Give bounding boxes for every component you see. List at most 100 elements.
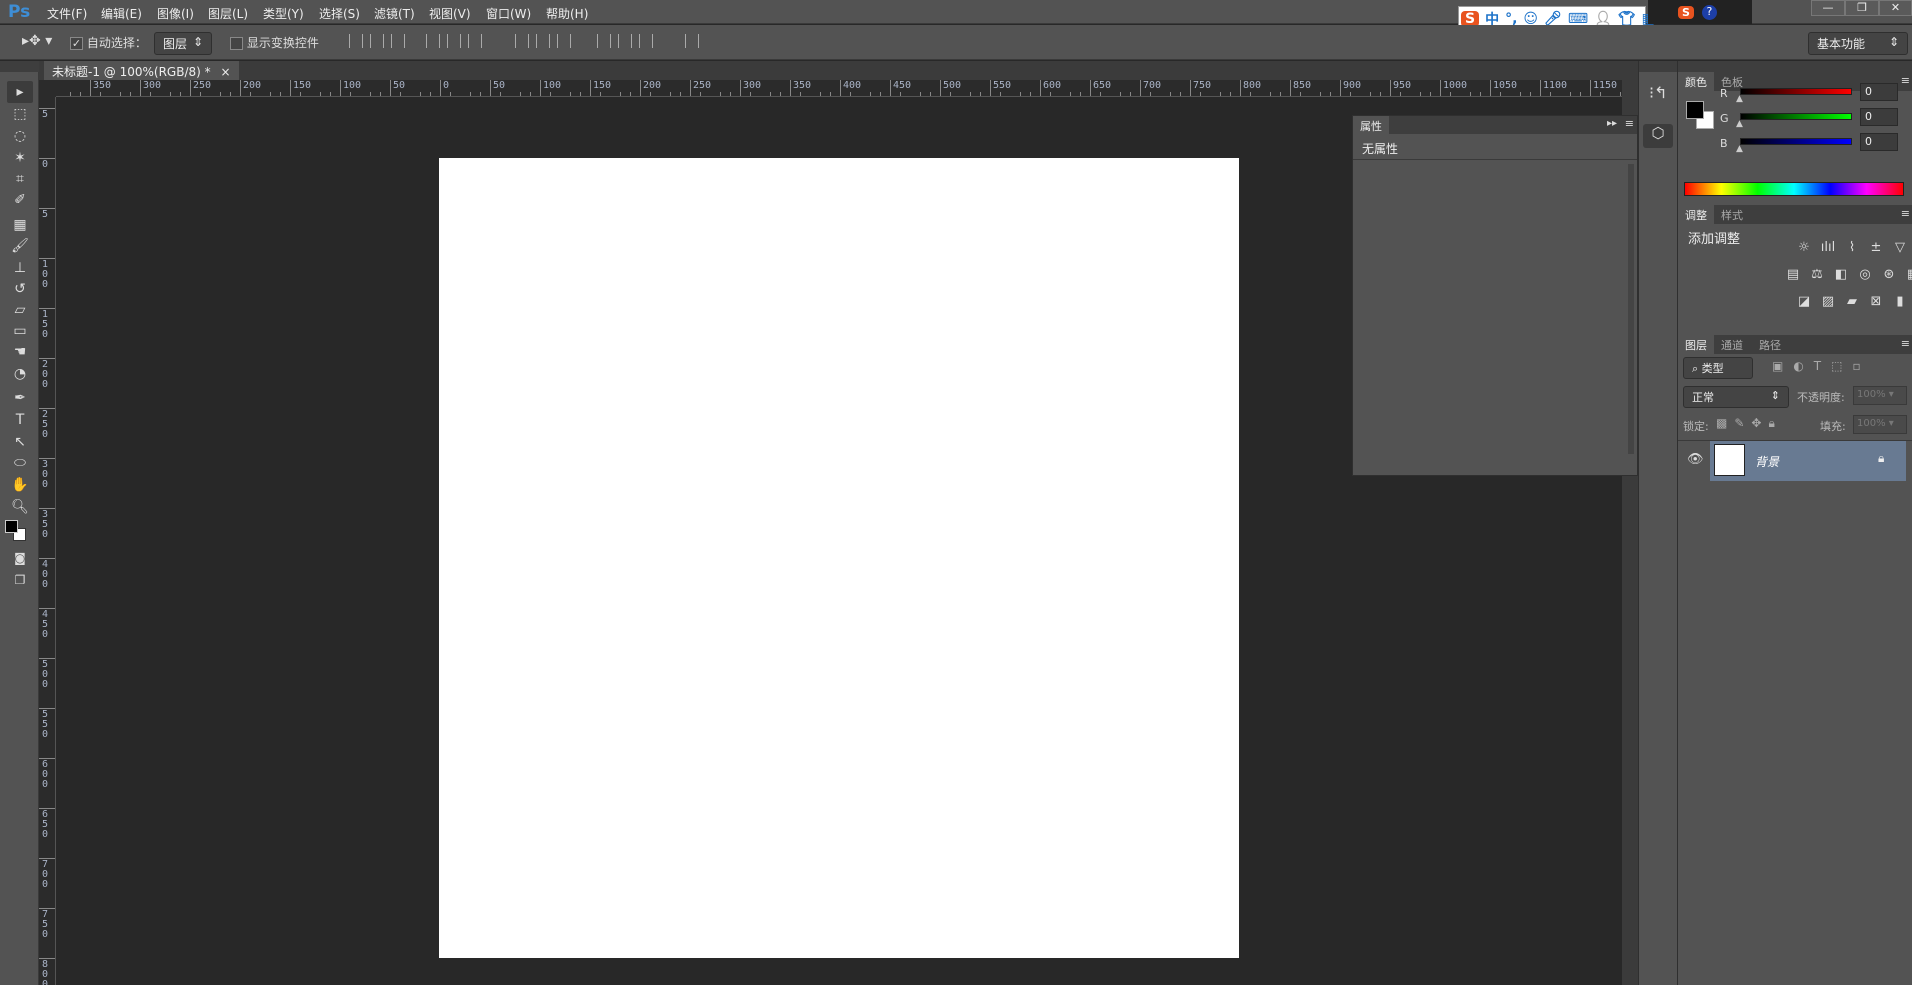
- dodge-tool[interactable]: ◔: [7, 363, 33, 385]
- healing-brush-tool[interactable]: ▦: [7, 214, 33, 236]
- brush-tool[interactable]: 🖌︎: [7, 235, 33, 257]
- auto-select-checkbox[interactable]: ✓: [70, 37, 83, 50]
- quick-mask-icon[interactable]: ◙: [7, 547, 33, 569]
- opacity-input[interactable]: 100% ▾: [1853, 386, 1907, 405]
- history-icon[interactable]: ⁝↰: [1649, 83, 1668, 102]
- menu-view[interactable]: 视图(V): [429, 5, 471, 22]
- tab-styles[interactable]: 样式: [1714, 205, 1750, 224]
- restore-button[interactable]: ❐: [1845, 0, 1879, 16]
- channel-slider-b[interactable]: [1740, 138, 1852, 145]
- color-spectrum[interactable]: [1684, 182, 1904, 196]
- history-brush-tool[interactable]: ↺: [7, 278, 33, 300]
- align-icon[interactable]: [370, 34, 384, 48]
- panel-menu-icon[interactable]: ≡: [1625, 117, 1634, 130]
- vibrance-icon[interactable]: ▽: [1891, 240, 1909, 256]
- properties-scrollbar[interactable]: [1628, 164, 1634, 454]
- move-tool[interactable]: ▸: [7, 81, 33, 103]
- posterize-icon[interactable]: ▨: [1819, 294, 1837, 310]
- align-icon[interactable]: [349, 34, 363, 48]
- align-icon[interactable]: [557, 34, 571, 48]
- screen-mode-icon[interactable]: ❐: [7, 569, 33, 591]
- align-icon[interactable]: [639, 34, 653, 48]
- menu-type[interactable]: 类型(Y): [263, 5, 304, 22]
- channel-slider-r[interactable]: [1740, 88, 1852, 95]
- menu-filter[interactable]: 滤镜(T): [374, 5, 415, 22]
- document-tab[interactable]: 未标题-1 @ 100%(RGB/8) * ×: [44, 61, 239, 80]
- align-icon[interactable]: [426, 34, 440, 48]
- exposure-icon[interactable]: ±: [1867, 240, 1885, 256]
- brightness-icon[interactable]: ☼: [1795, 240, 1813, 256]
- pen-tool[interactable]: ✒: [7, 387, 33, 409]
- show-transform-checkbox[interactable]: [230, 37, 243, 50]
- channel-slider-g[interactable]: [1740, 113, 1852, 120]
- foreground-color[interactable]: [5, 520, 18, 533]
- selective-color-icon[interactable]: ⊠: [1867, 294, 1885, 310]
- align-icon[interactable]: [468, 34, 482, 48]
- menu-edit[interactable]: 编辑(E): [101, 5, 142, 22]
- black-white-icon[interactable]: ◧: [1832, 267, 1850, 283]
- document-canvas[interactable]: [439, 158, 1239, 958]
- lasso-tool[interactable]: ◌: [7, 125, 33, 147]
- ellipse-tool[interactable]: ⬭: [7, 452, 33, 474]
- horizontal-ruler[interactable]: 350 300 250 200 150 100 50 0 50 100 150 200 250 300 35…: [56, 80, 1622, 97]
- menu-window[interactable]: 窗口(W): [486, 5, 531, 22]
- menu-select[interactable]: 选择(S): [319, 5, 360, 22]
- fill-input[interactable]: 100% ▾: [1853, 415, 1907, 434]
- crop-tool[interactable]: ⌗: [7, 168, 33, 190]
- menu-help[interactable]: 帮助(H): [546, 5, 588, 22]
- tab-color[interactable]: 颜色: [1678, 72, 1714, 91]
- slider-handle-icon[interactable]: ▲: [1736, 119, 1743, 129]
- marquee-tool[interactable]: ⬚: [7, 103, 33, 125]
- layer-row[interactable]: 👁︎ 背景 🔒︎: [1678, 441, 1906, 481]
- close-button[interactable]: ✕: [1879, 0, 1912, 16]
- curves-icon[interactable]: ⌇: [1843, 240, 1861, 256]
- align-icon[interactable]: [515, 34, 529, 48]
- foreground-color-swatch[interactable]: [1686, 101, 1704, 119]
- align-icon[interactable]: [685, 34, 699, 48]
- menu-image[interactable]: 图像(I): [157, 5, 194, 22]
- panel-menu-icon[interactable]: ≡: [1901, 74, 1910, 87]
- clone-stamp-tool[interactable]: ⊥: [7, 257, 33, 279]
- panel-menu-icon[interactable]: ≡: [1901, 337, 1910, 350]
- auto-select-dropdown[interactable]: 图层 ⇕: [154, 32, 212, 55]
- workspace-dropdown[interactable]: 基本功能 ⇕: [1808, 32, 1908, 55]
- layer-filter-icons[interactable]: ▣◐T⬚▫: [1772, 359, 1871, 373]
- align-icon[interactable]: [447, 34, 461, 48]
- eye-icon[interactable]: 👁︎: [1687, 452, 1704, 467]
- sogou-icon[interactable]: S: [1678, 5, 1694, 19]
- align-icon[interactable]: [391, 34, 405, 48]
- minimize-button[interactable]: —: [1811, 0, 1845, 16]
- tab-adjustments[interactable]: 调整: [1678, 205, 1714, 224]
- blend-mode-dropdown[interactable]: 正常 ⇕: [1683, 386, 1789, 408]
- align-icon[interactable]: [536, 34, 550, 48]
- zoom-tool[interactable]: 🔍︎: [7, 496, 33, 518]
- gradient-map-icon[interactable]: ▮: [1891, 294, 1909, 310]
- gradient-tool[interactable]: ▭: [7, 320, 33, 342]
- channel-value-input[interactable]: 0: [1860, 133, 1898, 151]
- color-lookup-icon[interactable]: ▦: [1904, 267, 1912, 283]
- invert-icon[interactable]: ◪: [1795, 294, 1813, 310]
- move-tool-icon[interactable]: ▸✥ ▾: [22, 33, 52, 49]
- magic-wand-tool[interactable]: ✶: [7, 147, 33, 169]
- layer-filter-dropdown[interactable]: ⌕ 类型: [1683, 357, 1753, 379]
- tab-channels[interactable]: 通道: [1714, 335, 1750, 354]
- color-balance-icon[interactable]: ⚖: [1808, 267, 1826, 283]
- threshold-icon[interactable]: ▰: [1843, 294, 1861, 310]
- levels-icon[interactable]: ılıl: [1819, 240, 1837, 256]
- eyedropper-tool[interactable]: ✐: [7, 189, 33, 211]
- collapse-icon[interactable]: ▸▸: [1607, 118, 1617, 129]
- menu-file[interactable]: 文件(F): [47, 5, 87, 22]
- align-icon[interactable]: [618, 34, 632, 48]
- photo-filter-icon[interactable]: ◎: [1856, 267, 1874, 283]
- align-icon[interactable]: [597, 34, 611, 48]
- path-selection-tool[interactable]: ↖: [7, 431, 33, 453]
- vertical-ruler[interactable]: 5 0 5 1 0 0 1 5 0 2 0 0 2 5 0 3 0 0 3 5 0 4 0 0 4 …: [39, 97, 56, 985]
- menu-layer[interactable]: 图层(L): [208, 5, 248, 22]
- ruler-origin[interactable]: [39, 80, 56, 97]
- lock-icons[interactable]: ▩✎✥🔒︎: [1716, 416, 1782, 431]
- channel-value-input[interactable]: 0: [1860, 83, 1898, 101]
- panel-menu-icon[interactable]: ≡: [1901, 207, 1910, 220]
- tab-layers[interactable]: 图层: [1678, 335, 1714, 354]
- channel-mixer-icon[interactable]: ⊛: [1880, 267, 1898, 283]
- hand-tool[interactable]: ✋: [7, 474, 33, 496]
